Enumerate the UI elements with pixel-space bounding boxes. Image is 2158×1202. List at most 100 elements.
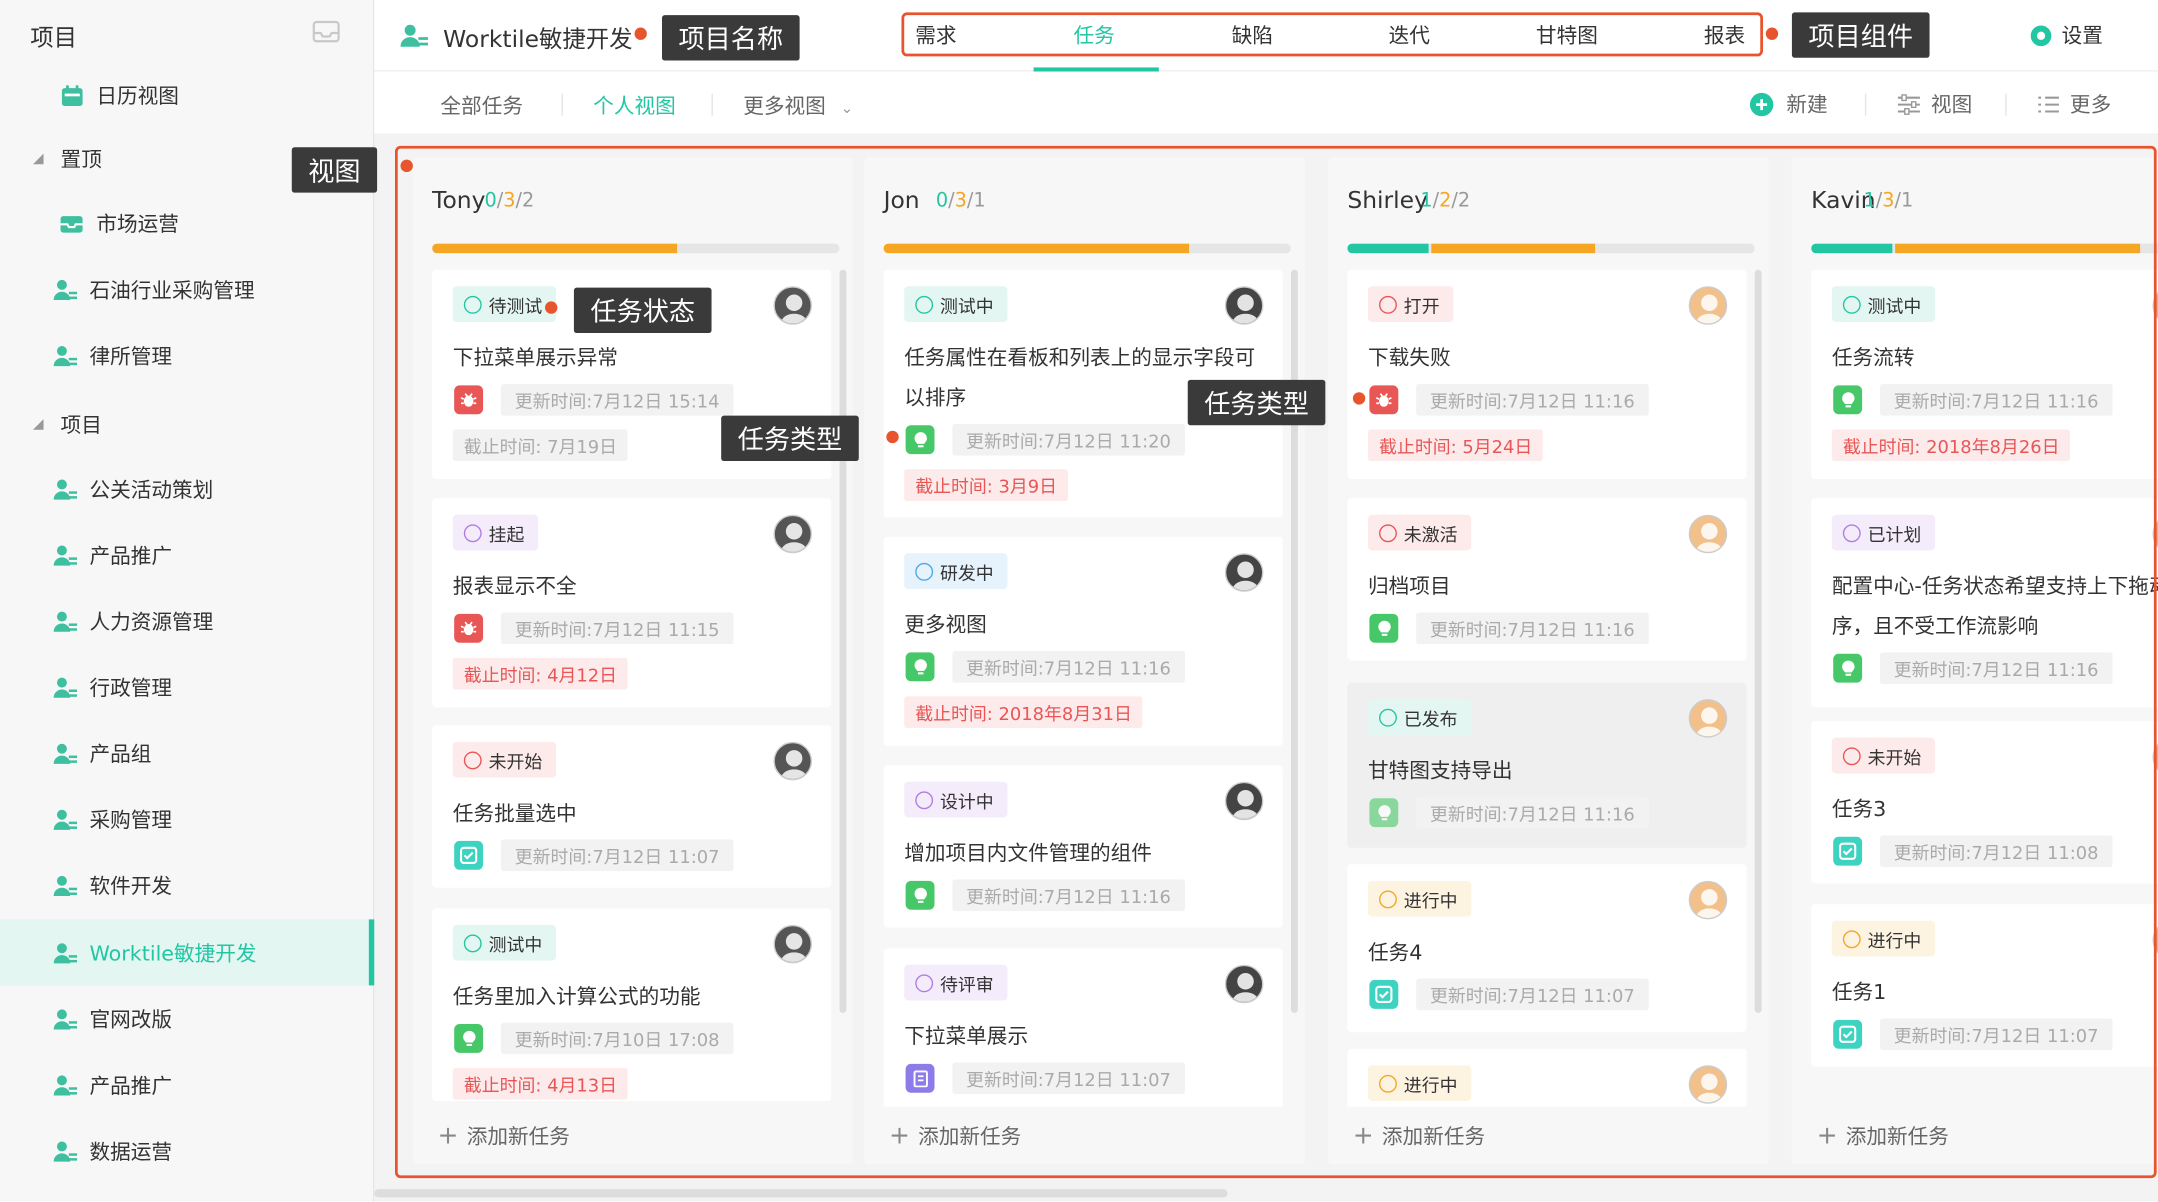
sidebar-item[interactable]: 软件开发 [0,852,374,918]
nav-tab-requirements[interactable]: 需求 [915,21,956,50]
avatar[interactable] [1224,286,1264,325]
task-title[interactable]: 任务里加入计算公式的功能 [453,977,818,1017]
column-scrollbar[interactable] [1754,269,1762,1013]
task-status-badge[interactable]: 测试中 [1831,286,1936,323]
sidebar-item[interactable]: 采购管理 [0,786,374,852]
task-title[interactable]: 任务流转 [1832,339,2158,379]
avatar[interactable] [2152,286,2158,325]
task-title[interactable]: 归档项目 [1368,567,1733,607]
avatar[interactable] [773,924,813,964]
sidebar-item[interactable]: 公关活动策划 [0,456,374,522]
task-card[interactable]: 未开始 任务3 更新时间:7月12日 11:08 [1811,721,2158,884]
sidebar-item[interactable]: 市场运营 [0,190,374,256]
task-card[interactable]: 测试中 任务里加入计算公式的功能 更新时间:7月10日 17:08 截止时间: 4月1… [432,908,832,1102]
task-status-badge[interactable]: 进行中 [1831,920,1936,957]
task-type-document-icon[interactable] [905,1063,935,1093]
add-task-button[interactable]: + 添加新任务 [1811,1106,2158,1165]
collapse-triangle-icon[interactable]: ◢ [33,151,47,166]
task-card[interactable]: 未开始 任务批量选中 更新时间:7月12日 11:07 [432,725,832,888]
task-type-checkbox-icon[interactable] [454,840,484,870]
task-status-badge[interactable]: 设计中 [904,781,1008,818]
task-title[interactable]: 增加项目内文件管理的组件 [904,834,1269,874]
add-task-button[interactable]: + 添加新任务 [432,1106,846,1165]
task-status-badge[interactable]: 已发布 [1368,699,1472,735]
task-type-lightbulb-icon[interactable] [454,1023,484,1053]
task-type-checkbox-icon[interactable] [1833,836,1863,866]
task-type-lightbulb-icon[interactable] [905,652,935,682]
task-card[interactable]: 未激活 归档项目 更新时间:7月12日 11:16 [1347,498,1747,661]
view-settings-button[interactable]: 视图 [1897,89,1972,118]
task-card[interactable]: 打开 下载失败 更新时间:7月12日 11:16 截止时间: 5月24日 [1347,269,1747,479]
task-status-badge[interactable]: 测试中 [904,286,1008,323]
new-button[interactable]: 新建 [1749,89,1828,118]
task-type-lightbulb-icon[interactable] [1369,798,1399,828]
task-type-bug-icon[interactable] [454,613,484,643]
sidebar-item[interactable]: 行政管理 [0,654,374,720]
avatar[interactable] [1688,514,1728,554]
task-type-lightbulb-icon[interactable] [1833,385,1863,415]
nav-tab-defects[interactable]: 缺陷 [1232,21,1273,50]
task-type-checkbox-icon[interactable] [1369,979,1399,1009]
sidebar-item[interactable]: 数据运营 [0,1118,374,1184]
task-status-badge[interactable]: 待评审 [904,964,1008,1001]
task-card[interactable]: 进行中 任务1 更新时间:7月12日 11:07 [1811,904,2158,1067]
task-card[interactable]: 挂起 报表显示不全 更新时间:7月12日 11:15 截止时间: 4月12日 [432,498,832,708]
task-status-badge[interactable]: 待测试 [452,286,557,323]
task-title[interactable]: 下拉菜单展示 [904,1017,1269,1057]
sidebar-item[interactable]: 石油行业采购管理 [0,256,374,322]
task-title[interactable]: 下拉菜单展示异常 [453,339,818,379]
tab-personal-view[interactable]: 个人视图 [593,91,676,120]
task-title[interactable]: 甘特图支持导出 [1368,751,1733,791]
task-card[interactable]: 设计中 增加项目内文件管理的组件 更新时间:7月12日 11:16 [883,765,1283,928]
task-type-lightbulb-icon[interactable] [905,880,935,910]
task-title[interactable]: 更多视图 [904,606,1269,646]
sidebar-item[interactable]: Worktile敏捷开发 [0,919,375,986]
task-title[interactable]: 任务批量选中 [453,794,818,834]
task-status-badge[interactable]: 未开始 [1831,737,1936,774]
inbox-icon[interactable] [311,18,341,46]
sidebar-group[interactable]: ◢ 项目 [0,391,374,457]
avatar[interactable] [1688,286,1728,325]
task-card[interactable]: 进行中 任务4 更新时间:7月12日 11:07 [1347,864,1747,1033]
avatar[interactable] [1688,699,1728,738]
task-status-badge[interactable]: 未开始 [452,741,557,778]
task-type-lightbulb-icon[interactable] [1833,653,1863,683]
task-type-bug-icon[interactable] [454,385,484,415]
avatar[interactable] [1688,1065,1728,1104]
tab-more-views[interactable]: 更多视图 ⌄ [743,91,853,120]
nav-tab-iterations[interactable]: 迭代 [1389,21,1430,50]
horizontal-scrollbar[interactable] [374,1189,1228,1198]
nav-tab-tasks[interactable]: 任务 [1073,21,1114,50]
sidebar-item[interactable]: 日历视图 [0,62,374,128]
nav-tab-gantt[interactable]: 甘特图 [1536,21,1598,50]
task-status-badge[interactable]: 研发中 [904,553,1008,590]
task-status-badge[interactable]: 未激活 [1368,514,1472,551]
task-status-badge[interactable]: 已计划 [1831,514,1936,551]
tab-all-tasks[interactable]: 全部任务 [440,91,523,120]
task-status-badge[interactable]: 打开 [1368,286,1454,323]
avatar[interactable] [1224,553,1264,592]
avatar[interactable] [2152,514,2158,554]
task-type-lightbulb-icon[interactable] [905,425,935,455]
more-button[interactable]: 更多 [2037,89,2111,118]
task-type-lightbulb-icon[interactable] [1369,613,1399,643]
task-status-badge[interactable]: 进行中 [1368,880,1472,917]
task-status-badge[interactable]: 进行中 [1368,1065,1472,1102]
collapse-triangle-icon[interactable]: ◢ [33,416,47,431]
task-title[interactable]: 任务1 [1832,973,2158,1013]
add-task-button[interactable]: + 添加新任务 [1347,1106,1761,1165]
task-title[interactable]: 报表显示不全 [453,567,818,607]
task-card[interactable]: 已发布 甘特图支持导出 更新时间:7月12日 11:16 [1347,682,1747,848]
sidebar-item[interactable]: 产品组 [0,720,374,786]
avatar[interactable] [773,741,813,781]
task-title[interactable]: 配置中心-任务状态希望支持上下拖动排序，且不受工作流影响 [1832,567,2158,647]
task-card[interactable]: 已计划 配置中心-任务状态希望支持上下拖动排序，且不受工作流影响 更新时间:7月12… [1811,498,2158,708]
task-status-badge[interactable]: 测试中 [452,924,557,961]
sidebar-item[interactable]: 产品推广 [0,522,374,588]
avatar[interactable] [1224,964,1264,1004]
sidebar-item[interactable]: 官网改版 [0,985,374,1051]
avatar[interactable] [1224,781,1264,821]
column-scrollbar[interactable] [839,269,847,1013]
sidebar-item[interactable]: 产品推广 [0,1051,374,1117]
task-title[interactable]: 任务3 [1832,790,2158,830]
